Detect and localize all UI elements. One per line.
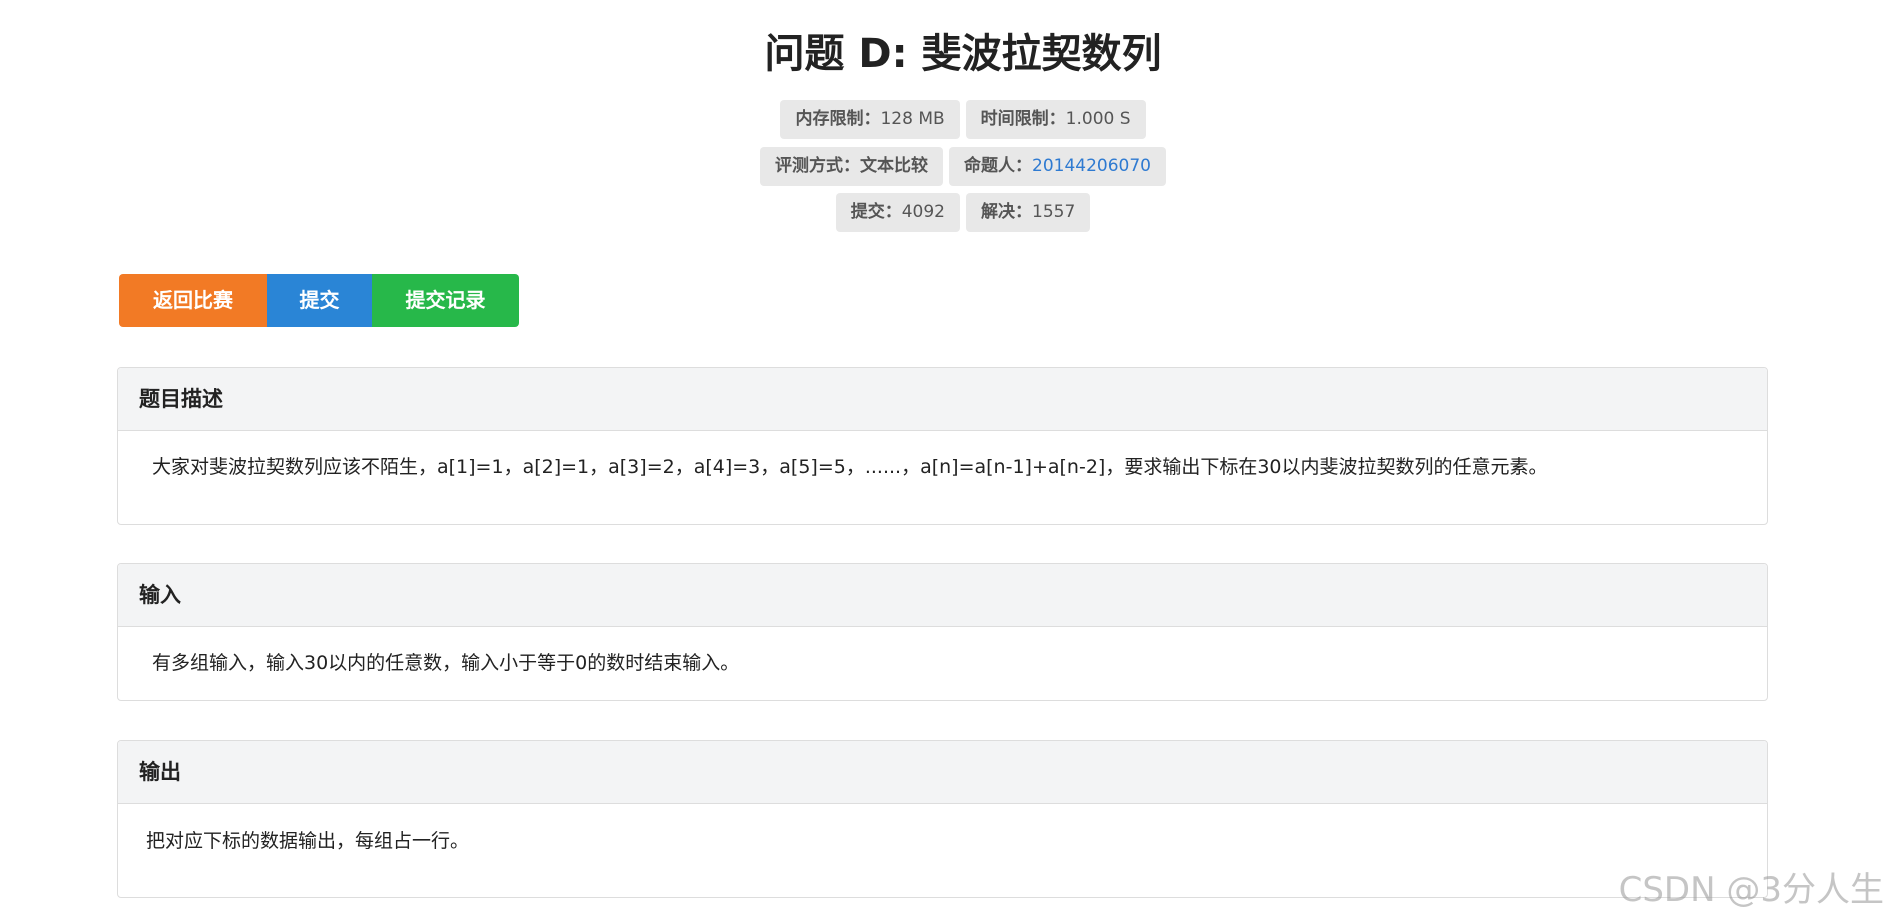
author-label: 命题人： [964,156,1032,176]
author-badge: 命题人：20144206070 [949,147,1166,186]
csdn-watermark: CSDN @3分人生 [1618,870,1884,910]
submit-button[interactable]: 提交 [267,274,372,327]
memory-limit-label: 内存限制： [795,109,881,129]
output-panel: 输出 把对应下标的数据输出，每组占一行。 [117,740,1768,898]
judge-row: 评测方式：文本比较 命题人：20144206070 [0,147,1884,186]
back-to-contest-button[interactable]: 返回比赛 [119,274,267,327]
time-limit-value: 1.000 S [1065,109,1131,129]
author-link[interactable]: 20144206070 [1032,156,1151,176]
time-limit-badge: 时间限制：1.000 S [965,100,1146,139]
stats-row: 提交：4092 解决：1557 [0,193,1884,232]
page-title: 问题 D: 斐波拉契数列 [764,31,1162,77]
solved-count-badge: 解决：1557 [966,193,1091,232]
description-text: 大家对斐波拉契数列应该不陌生，a[1]=1，a[2]=1，a[3]=2，a[4]… [152,456,1548,478]
memory-limit-badge: 内存限制：128 MB [780,100,960,139]
output-heading: 输出 [118,741,1767,804]
limits-row: 内存限制：128 MB 时间限制：1.000 S [0,100,1884,139]
input-text: 有多组输入，输入30以内的任意数，输入小于等于0的数时结束输入。 [152,652,740,674]
input-panel: 输入 有多组输入，输入30以内的任意数，输入小于等于0的数时结束输入。 [117,563,1768,701]
output-text: 把对应下标的数据输出，每组占一行。 [146,830,470,852]
time-limit-label: 时间限制： [980,109,1066,129]
description-heading: 题目描述 [118,368,1767,431]
solved-count-label: 解决： [981,202,1032,222]
judge-method-badge: 评测方式：文本比较 [760,147,943,186]
judge-method-value: 文本比较 [860,156,928,176]
action-button-group: 返回比赛 提交 提交记录 [119,274,519,327]
submission-records-button[interactable]: 提交记录 [372,274,519,327]
solved-count-value: 1557 [1032,202,1076,222]
description-panel: 题目描述 大家对斐波拉契数列应该不陌生，a[1]=1，a[2]=1，a[3]=2… [117,367,1768,525]
submit-count-badge: 提交：4092 [835,193,960,232]
submit-count-value: 4092 [901,202,945,222]
submit-count-label: 提交： [850,202,902,222]
input-heading: 输入 [118,564,1767,627]
memory-limit-value: 128 MB [880,109,945,129]
judge-method-label: 评测方式： [775,156,860,176]
